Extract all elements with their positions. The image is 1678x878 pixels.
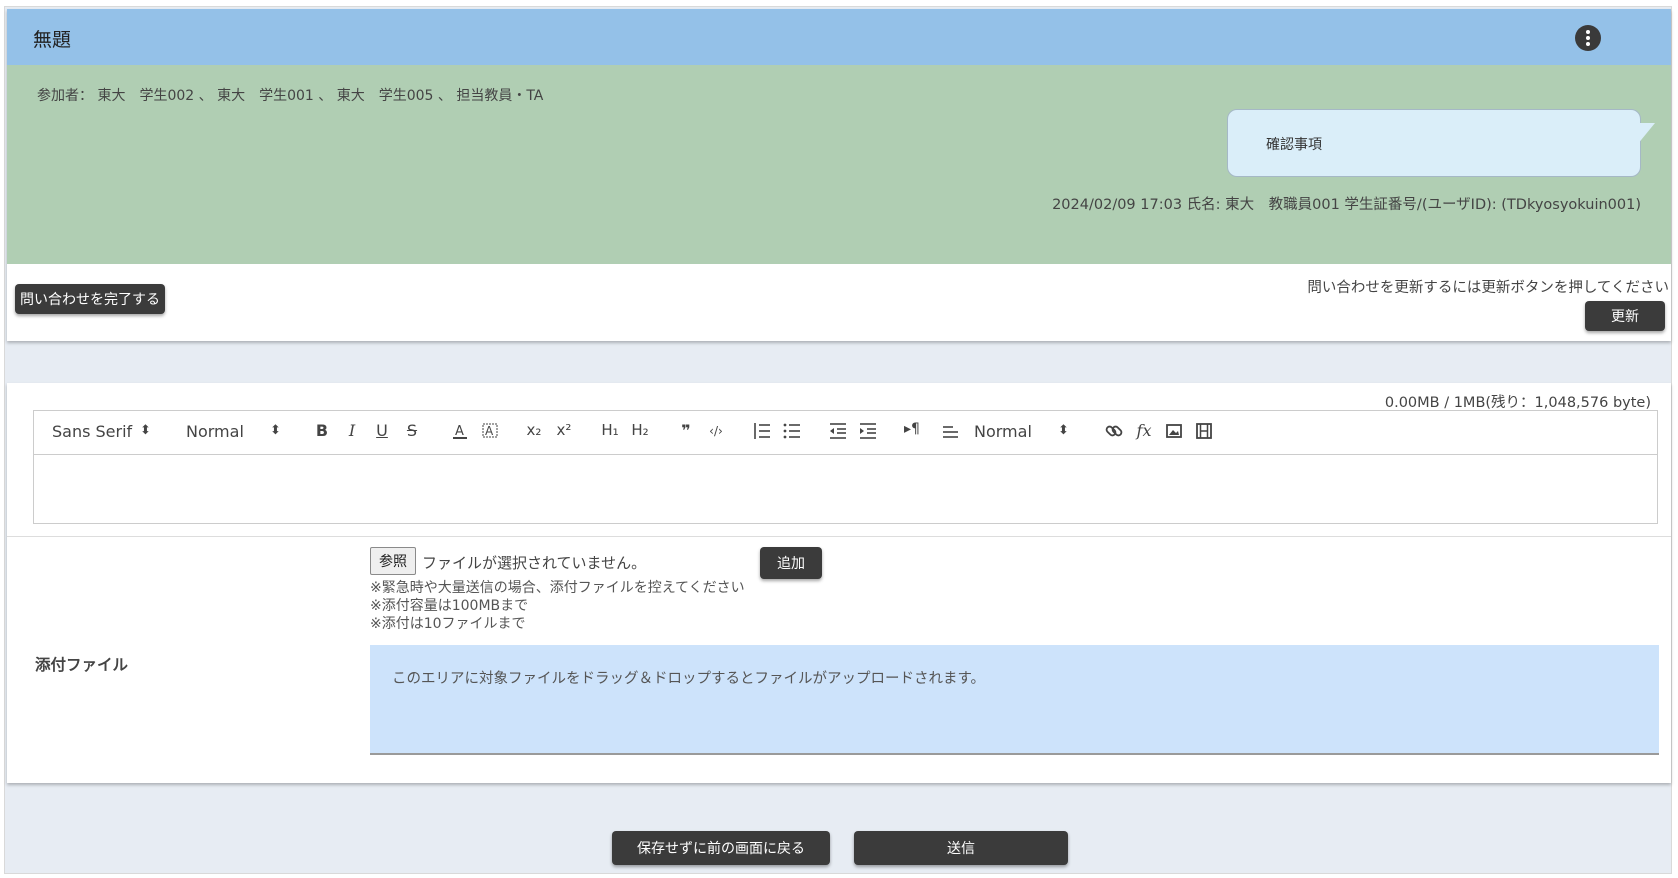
font-family-select[interactable]: Sans Serif ⬍: [52, 422, 151, 441]
page-frame: 無題 参加者： 東大 学生002 、 東大 学生001 、 東大 学生005 、…: [4, 6, 1672, 874]
heading-select[interactable]: Normal ⬍: [974, 422, 1069, 441]
select-arrows-icon: ⬍: [1058, 423, 1069, 438]
video-button[interactable]: [1192, 421, 1216, 443]
highlight-icon: A: [482, 423, 498, 438]
attachment-label: 添付ファイル: [35, 656, 129, 674]
complete-inquiry-button[interactable]: 問い合わせを完了する: [15, 284, 165, 314]
font-family-value: Sans Serif: [52, 422, 133, 441]
message-thread: 参加者： 東大 学生002 、 東大 学生001 、 東大 学生005 、 担当…: [7, 65, 1671, 264]
file-drop-zone[interactable]: このエリアに対象ファイルをドラッグ＆ドロップするとファイルがアップロードされます…: [370, 645, 1659, 755]
message-bubble: 確認事項: [1227, 109, 1641, 177]
font-size-select[interactable]: Normal ⬍: [186, 422, 281, 441]
superscript-button[interactable]: x²: [552, 421, 576, 443]
browse-file-button[interactable]: 参照: [370, 547, 416, 575]
link-icon: [1105, 425, 1123, 437]
drop-zone-text: このエリアに対象ファイルをドラッグ＆ドロップするとファイルがアップロードされます…: [392, 671, 986, 687]
heading-value: Normal: [974, 422, 1032, 441]
refresh-hint: 問い合わせを更新するには更新ボタンを押してください: [1307, 280, 1669, 296]
message-meta: 2024/02/09 17:03 氏名: 東大 教職員001 学生証番号/(ユー…: [1052, 197, 1641, 213]
text-color-button[interactable]: A: [448, 421, 472, 443]
select-arrows-icon: ⬍: [140, 423, 151, 438]
inquiry-card: 無題 参加者： 東大 学生002 、 東大 学生001 、 東大 学生005 、…: [7, 9, 1671, 341]
message-bubble-tail: [1637, 123, 1655, 145]
svg-text:A: A: [455, 424, 464, 439]
attachment-note: ※添付容量は100MBまで: [370, 598, 529, 614]
capacity-indicator: 0.00MB / 1MB(残り：1,048,576 byte): [1384, 395, 1651, 411]
add-attachment-button[interactable]: 追加: [760, 547, 822, 579]
underline-button[interactable]: U: [370, 421, 394, 443]
participants-list: 参加者： 東大 学生002 、 東大 学生001 、 東大 学生005 、 担当…: [37, 88, 544, 104]
font-size-value: Normal: [186, 422, 244, 441]
strike-button[interactable]: S: [400, 421, 424, 443]
subscript-button[interactable]: x₂: [522, 421, 546, 443]
indent-button[interactable]: [856, 421, 880, 443]
outdent-button[interactable]: [826, 421, 850, 443]
heading2-button[interactable]: H₂: [628, 421, 652, 443]
message-text: 確認事項: [1266, 137, 1322, 153]
text-color-icon: A: [453, 424, 467, 439]
attachment-notes: ※緊急時や大量送信の場合、添付ファイルを控えてください ※添付容量は100MBま…: [370, 579, 745, 633]
text-direction-button[interactable]: ▸¶: [900, 421, 924, 443]
back-without-saving-button[interactable]: 保存せずに前の画面に戻る: [612, 831, 830, 865]
formula-button[interactable]: fx: [1132, 421, 1156, 443]
bullet-list-icon: [783, 423, 800, 439]
align-button[interactable]: [938, 421, 962, 443]
reply-card: 0.00MB / 1MB(残り：1,048,576 byte) Sans Ser…: [7, 383, 1671, 783]
video-icon: [1196, 423, 1212, 439]
page-title: 無題: [33, 29, 72, 51]
refresh-button[interactable]: 更新: [1585, 301, 1665, 331]
more-vertical-icon[interactable]: [1575, 25, 1601, 51]
select-arrows-icon: ⬍: [270, 423, 281, 438]
send-button[interactable]: 送信: [854, 831, 1068, 865]
heading1-button[interactable]: H₁: [598, 421, 622, 443]
align-left-icon: [943, 426, 958, 438]
divider: [7, 536, 1671, 537]
image-button[interactable]: [1162, 421, 1186, 443]
bold-button[interactable]: B: [310, 421, 334, 443]
svg-text:A: A: [485, 424, 494, 438]
editor-toolbar: Sans Serif ⬍ Normal ⬍ B I U S A A x₂ x² …: [34, 411, 1657, 455]
editor-text-area[interactable]: [34, 455, 1657, 523]
background-color-button[interactable]: A: [478, 421, 502, 443]
image-icon: [1166, 424, 1182, 438]
indent-icon: [860, 423, 876, 439]
ordered-list-icon: [754, 423, 770, 439]
code-block-button[interactable]: ‹/›: [704, 424, 728, 446]
italic-button[interactable]: I: [340, 421, 364, 443]
title-bar: 無題: [7, 9, 1671, 65]
ordered-list-button[interactable]: [750, 421, 774, 443]
attachment-note: ※緊急時や大量送信の場合、添付ファイルを控えてください: [370, 580, 745, 596]
blockquote-button[interactable]: ❞: [674, 421, 698, 443]
bullet-list-button[interactable]: [780, 421, 804, 443]
link-button[interactable]: [1102, 421, 1126, 443]
attachment-note: ※添付は10ファイルまで: [370, 616, 526, 632]
file-status: ファイルが選択されていません。: [422, 554, 647, 572]
rich-text-editor: Sans Serif ⬍ Normal ⬍ B I U S A A x₂ x² …: [33, 410, 1658, 524]
outdent-icon: [830, 423, 846, 439]
